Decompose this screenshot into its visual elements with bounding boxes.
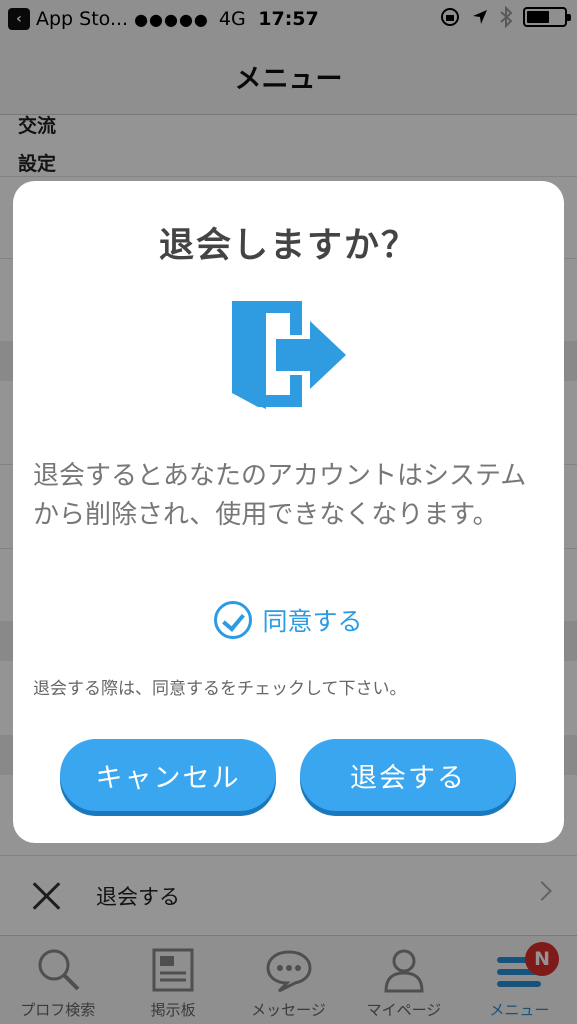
cancel-button[interactable]: キャンセル	[60, 739, 276, 811]
withdraw-confirm-button[interactable]: 退会する	[300, 739, 516, 811]
agree-label: 同意する	[262, 607, 363, 636]
withdraw-dialog: 退会しますか？ 退会するとあなたのアカウントはシステムから削除され、使用できなく…	[13, 181, 564, 843]
dialog-message: 退会するとあなたのアカウントはシステムから削除され、使用できなくなります。	[33, 461, 527, 530]
checkmark-circle-icon	[214, 601, 253, 639]
agree-checkbox[interactable]: 同意する	[13, 601, 564, 639]
exit-door-icon	[232, 301, 346, 409]
dialog-title: 退会しますか？	[158, 226, 418, 266]
agree-hint: 退会する際は、同意するをチェックして下さい。	[33, 679, 407, 699]
